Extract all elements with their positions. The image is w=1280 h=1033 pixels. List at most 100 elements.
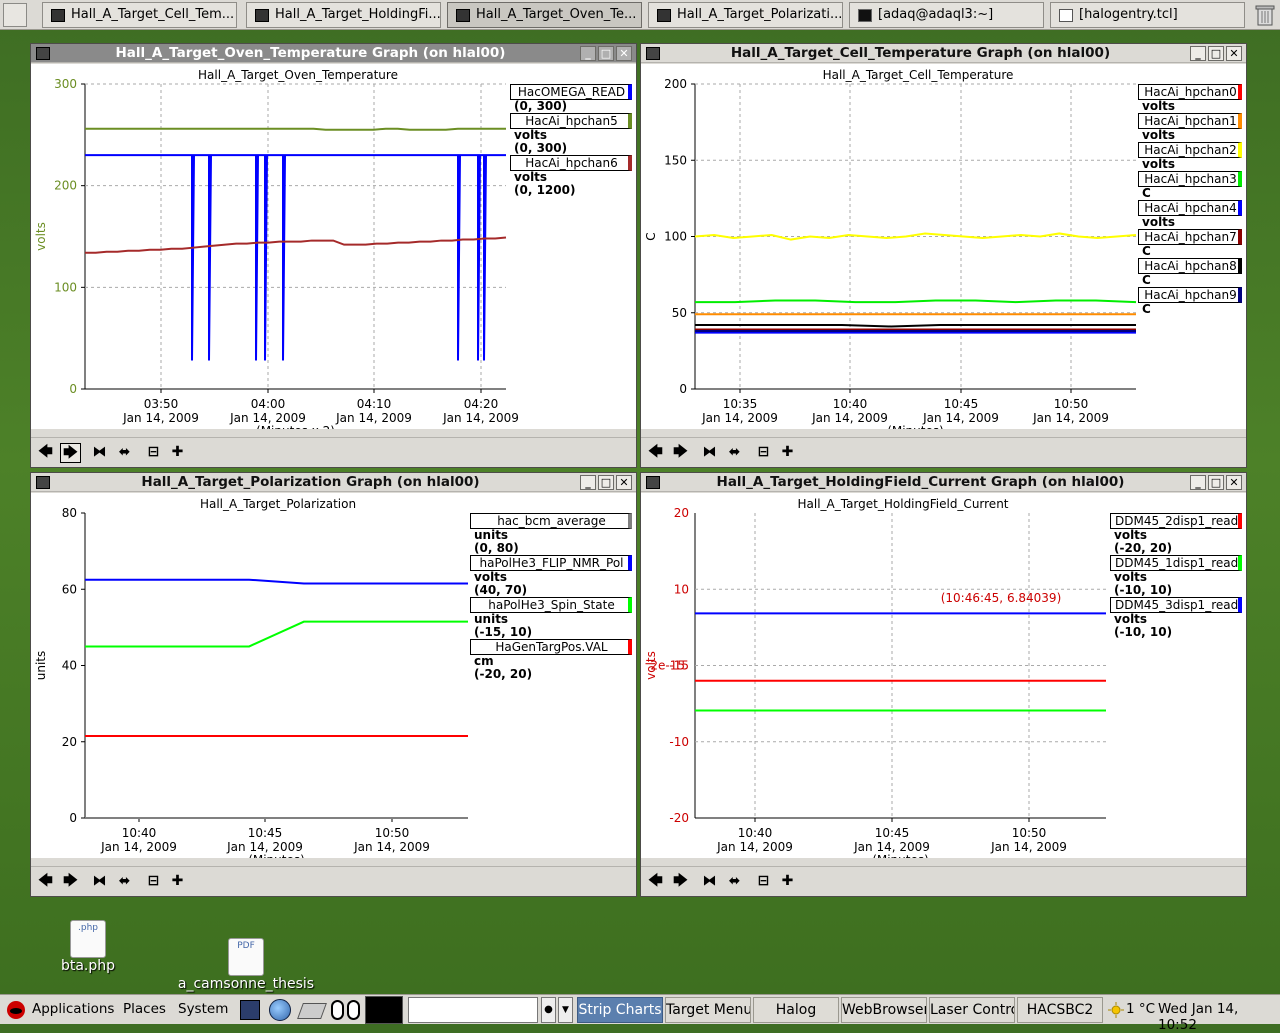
legend-item[interactable]: HacAi_hpchan7 C bbox=[1138, 229, 1242, 258]
legend-series-name[interactable]: DDM45_2disp1_read bbox=[1110, 513, 1242, 529]
zoom-to-fit-icon[interactable]: ⧓ bbox=[699, 872, 720, 892]
legend-series-name[interactable]: HacAi_hpchan5 bbox=[510, 113, 632, 129]
minimize-button[interactable]: _ bbox=[1190, 46, 1206, 61]
legend-item[interactable]: hac_bcm_average units (0, 80) bbox=[470, 513, 632, 555]
legend-series-name[interactable]: hac_bcm_average bbox=[470, 513, 632, 529]
legend-item[interactable]: HacAi_hpchan8 C bbox=[1138, 258, 1242, 287]
legend-series-name[interactable]: HacAi_hpchan0 bbox=[1138, 84, 1242, 100]
holding-field-window[interactable]: Hall_A_Target_HoldingField_Current Graph… bbox=[640, 472, 1247, 897]
panel-launcher-laser-control[interactable]: Laser Control bbox=[929, 997, 1015, 1023]
arrow-right-icon[interactable]: 🡆 bbox=[60, 872, 81, 892]
zoom-out-icon[interactable]: ⊟ bbox=[143, 443, 164, 463]
zoom-horizontal-icon[interactable]: ⬌ bbox=[114, 443, 135, 463]
show-desktop-icon[interactable] bbox=[3, 3, 27, 27]
taskbar-button[interactable]: Hall_A_Target_HoldingFi... bbox=[246, 2, 441, 28]
command-input[interactable] bbox=[408, 997, 538, 1023]
oven-temperature-window[interactable]: Hall_A_Target_Oven_Temperature Graph (on… bbox=[30, 43, 637, 468]
maximize-button[interactable]: □ bbox=[598, 475, 614, 490]
zoom-out-icon[interactable]: ⊟ bbox=[753, 872, 774, 892]
zoom-in-icon[interactable]: ✚ bbox=[777, 872, 798, 892]
legend-item[interactable]: HacAi_hpchan4 volts bbox=[1138, 200, 1242, 229]
window-titlebar[interactable]: Hall_A_Target_HoldingField_Current Graph… bbox=[641, 473, 1246, 492]
legend-item[interactable]: HacAi_hpchan0 volts bbox=[1138, 84, 1242, 113]
legend-series-name[interactable]: HaGenTargPos.VAL bbox=[470, 639, 632, 655]
maximize-button[interactable]: □ bbox=[1208, 475, 1224, 490]
zoom-horizontal-icon[interactable]: ⬌ bbox=[724, 443, 745, 463]
legend-item[interactable]: HaGenTargPos.VAL cm (-20, 20) bbox=[470, 639, 632, 681]
legend-series-name[interactable]: HacAi_hpchan7 bbox=[1138, 229, 1242, 245]
legend-item[interactable]: DDM45_1disp1_read volts (-10, 10) bbox=[1110, 555, 1242, 597]
legend-series-name[interactable]: haPolHe3_Spin_State bbox=[470, 597, 632, 613]
arrow-left-icon[interactable]: 🡄 bbox=[645, 443, 666, 463]
legend-series-name[interactable]: HacOMEGA_READ bbox=[510, 84, 632, 100]
taskbar-button[interactable]: [adaq@adaql3:~] bbox=[849, 2, 1044, 28]
zoom-in-icon[interactable]: ✚ bbox=[167, 872, 188, 892]
zoom-to-fit-icon[interactable]: ⧓ bbox=[89, 443, 110, 463]
zoom-to-fit-icon[interactable]: ⧓ bbox=[699, 443, 720, 463]
legend-series-name[interactable]: HacAi_hpchan8 bbox=[1138, 258, 1242, 274]
legend-item[interactable]: DDM45_3disp1_read volts (-10, 10) bbox=[1110, 597, 1242, 639]
dropdown-arrow-icon[interactable]: ▼ bbox=[558, 997, 573, 1023]
system-monitor-icon[interactable] bbox=[365, 996, 403, 1024]
clock[interactable]: Wed Jan 14, 10:52 bbox=[1158, 1001, 1280, 1033]
web-browser-launcher-icon[interactable] bbox=[269, 999, 291, 1021]
legend-item[interactable]: HacAi_hpchan5 volts (0, 300) bbox=[510, 113, 632, 155]
trash-icon[interactable] bbox=[1255, 4, 1275, 26]
legend-item[interactable]: HacAi_hpchan9 C bbox=[1138, 287, 1242, 316]
plot-area[interactable]: 0 50 100 150 200 10:35 Jan 14, 2009 10:40 Jan 14… bbox=[641, 64, 1246, 429]
legend-series-name[interactable]: HacAi_hpchan2 bbox=[1138, 142, 1242, 158]
minimize-button[interactable]: _ bbox=[1190, 475, 1206, 490]
close-button[interactable]: ✕ bbox=[1226, 46, 1242, 61]
legend-series-name[interactable]: HacAi_hpchan6 bbox=[510, 155, 632, 171]
legend-item[interactable]: DDM45_2disp1_read volts (-20, 20) bbox=[1110, 513, 1242, 555]
legend-series-name[interactable]: DDM45_3disp1_read bbox=[1110, 597, 1242, 613]
legend-item[interactable]: HacOMEGA_READ (0, 300) bbox=[510, 84, 632, 113]
xeyes-icon[interactable] bbox=[331, 1000, 361, 1020]
command-history-button[interactable]: ● bbox=[541, 997, 556, 1023]
window-menu-icon[interactable] bbox=[646, 47, 660, 60]
polarization-window[interactable]: Hall_A_Target_Polarization Graph (on hla… bbox=[30, 472, 637, 897]
plot-area[interactable]: 20 10 -15 -10 -20 2e-15 10:40 Jan 14, 2009 10:45… bbox=[641, 493, 1246, 858]
legend-item[interactable]: haPolHe3_Spin_State units (-15, 10) bbox=[470, 597, 632, 639]
window-menu-icon[interactable] bbox=[646, 476, 660, 489]
panel-launcher-halog[interactable]: Halog bbox=[753, 997, 839, 1023]
minimize-button[interactable]: _ bbox=[580, 46, 596, 61]
legend-series-name[interactable]: HacAi_hpchan3 bbox=[1138, 171, 1242, 187]
legend-item[interactable]: haPolHe3_FLIP_NMR_Pol volts (40, 70) bbox=[470, 555, 632, 597]
zoom-out-icon[interactable]: ⊟ bbox=[753, 443, 774, 463]
arrow-left-icon[interactable]: 🡄 bbox=[35, 443, 56, 463]
arrow-right-icon[interactable]: 🡆 bbox=[60, 443, 81, 463]
weather-temperature[interactable]: 1 °C bbox=[1126, 1001, 1155, 1017]
terminal-launcher-icon[interactable] bbox=[240, 1000, 260, 1020]
arrow-left-icon[interactable]: 🡄 bbox=[35, 872, 56, 892]
legend-series-name[interactable]: DDM45_1disp1_read bbox=[1110, 555, 1242, 571]
desktop-icon-bta-php[interactable]: .php bta.php bbox=[58, 920, 118, 974]
legend-series-name[interactable]: haPolHe3_FLIP_NMR_Pol bbox=[470, 555, 632, 571]
minimize-button[interactable]: _ bbox=[580, 475, 596, 490]
legend-item[interactable]: HacAi_hpchan1 volts bbox=[1138, 113, 1242, 142]
plot-area[interactable]: 0 100 200 300 03:50 Jan 14, 2009 04:00 Jan 14, … bbox=[31, 64, 636, 429]
zoom-in-icon[interactable]: ✚ bbox=[777, 443, 798, 463]
arrow-right-icon[interactable]: 🡆 bbox=[670, 872, 691, 892]
panel-launcher-webbrowser[interactable]: WebBrowser bbox=[841, 997, 927, 1023]
legend-item[interactable]: HacAi_hpchan3 C bbox=[1138, 171, 1242, 200]
legend-series-name[interactable]: HacAi_hpchan1 bbox=[1138, 113, 1242, 129]
redhat-icon[interactable] bbox=[6, 1000, 26, 1020]
zoom-horizontal-icon[interactable]: ⬌ bbox=[114, 872, 135, 892]
panel-launcher-strip-charts[interactable]: Strip Charts bbox=[577, 997, 663, 1023]
maximize-button[interactable]: □ bbox=[598, 46, 614, 61]
zoom-out-icon[interactable]: ⊟ bbox=[143, 872, 164, 892]
zoom-horizontal-icon[interactable]: ⬌ bbox=[724, 872, 745, 892]
window-titlebar[interactable]: Hall_A_Target_Polarization Graph (on hla… bbox=[31, 473, 636, 492]
legend-item[interactable]: HacAi_hpchan2 volts bbox=[1138, 142, 1242, 171]
taskbar-button[interactable]: Hall_A_Target_Oven_Te... bbox=[447, 2, 642, 28]
legend-series-name[interactable]: HacAi_hpchan9 bbox=[1138, 287, 1242, 303]
close-button[interactable]: ✕ bbox=[616, 475, 632, 490]
applications-menu[interactable]: Applications bbox=[32, 1001, 114, 1017]
panel-launcher-target-menu[interactable]: Target Menu bbox=[665, 997, 751, 1023]
legend-series-name[interactable]: HacAi_hpchan4 bbox=[1138, 200, 1242, 216]
system-menu[interactable]: System bbox=[178, 1001, 228, 1017]
taskbar-button[interactable]: Hall_A_Target_Cell_Tem... bbox=[42, 2, 237, 28]
close-button[interactable]: ✕ bbox=[616, 46, 632, 61]
taskbar-button[interactable]: Hall_A_Target_Polarizati... bbox=[648, 2, 843, 28]
